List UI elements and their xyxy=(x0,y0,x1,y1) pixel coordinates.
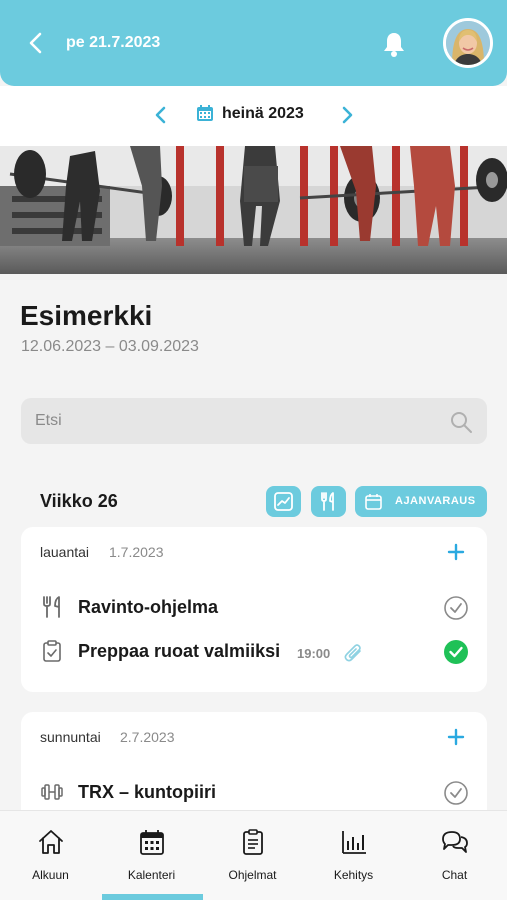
chat-icon xyxy=(442,831,468,853)
clipboard-list-icon xyxy=(243,829,263,855)
checkmark-done-icon[interactable] xyxy=(443,639,469,665)
home-icon xyxy=(39,830,63,854)
search-icon[interactable] xyxy=(449,410,473,434)
bell-icon[interactable] xyxy=(381,30,407,58)
day-name: lauantai xyxy=(40,544,90,560)
tab-label: Chat xyxy=(441,868,468,882)
calendar-icon xyxy=(197,105,213,121)
program-content: Esimerkki 12.06.2023 – 03.09.2023 Viikko… xyxy=(0,274,507,822)
bottom-tab-bar: Alkuun Kalenteri Ohjelmat Kehitys Chat xyxy=(0,810,507,900)
tab-programs[interactable]: Ohjelmat xyxy=(202,811,303,900)
checkmark-outline-icon[interactable] xyxy=(443,780,469,806)
add-icon[interactable] xyxy=(446,542,466,562)
active-tab-indicator xyxy=(102,894,203,900)
list-item[interactable]: Ravinto-ohjelma xyxy=(21,587,487,627)
booking-label: AJANVARAUS xyxy=(395,495,476,507)
clipboard-check-icon xyxy=(43,640,61,662)
item-time: 19:00 xyxy=(297,646,331,661)
app-header: pe 21.7.2023 xyxy=(0,0,507,86)
list-item[interactable]: Preppaa ruoat valmiiksi 19:00 xyxy=(21,631,487,671)
calendar-icon xyxy=(140,830,164,855)
search-input[interactable] xyxy=(21,398,441,444)
list-item[interactable]: TRX – kuntopiiri xyxy=(21,772,487,812)
day-card: sunnuntai 2.7.2023 TRX – kuntopiiri xyxy=(21,712,487,822)
checkmark-outline-icon[interactable] xyxy=(443,595,469,621)
add-icon[interactable] xyxy=(446,727,466,747)
booking-button[interactable]: AJANVARAUS xyxy=(355,486,487,517)
month-navigator: heinä 2023 xyxy=(0,86,507,146)
user-avatar[interactable] xyxy=(443,18,493,68)
search-bar xyxy=(21,398,487,444)
program-title: Esimerkki xyxy=(20,300,153,331)
tab-home[interactable]: Alkuun xyxy=(0,811,101,900)
next-month-icon[interactable] xyxy=(336,104,358,126)
line-chart-icon xyxy=(274,492,293,511)
week-label: Viikko 26 xyxy=(40,491,118,511)
day-date: 2.7.2023 xyxy=(120,729,175,745)
program-hero-image xyxy=(0,146,507,274)
item-title[interactable]: TRX – kuntopiiri xyxy=(78,782,216,803)
tab-chat[interactable]: Chat xyxy=(404,811,505,900)
day-name: sunnuntai xyxy=(40,729,101,745)
paperclip-icon[interactable] xyxy=(343,642,365,664)
day-date: 1.7.2023 xyxy=(109,544,164,560)
calendar-icon xyxy=(365,494,382,510)
tab-calendar[interactable]: Kalenteri xyxy=(101,811,202,900)
program-date-range: 12.06.2023 – 03.09.2023 xyxy=(21,338,199,355)
cutlery-icon xyxy=(43,596,60,618)
week-nutrition-button[interactable] xyxy=(311,486,346,517)
bar-chart-icon xyxy=(342,831,366,854)
tab-label: Ohjelmat xyxy=(228,868,277,882)
tab-label: Kalenteri xyxy=(127,868,176,882)
day-card: lauantai 1.7.2023 Ravinto-ohjelma Preppa… xyxy=(21,527,487,692)
item-title[interactable]: Ravinto-ohjelma xyxy=(78,597,218,618)
tab-label: Alkuun xyxy=(32,868,69,882)
back-arrow-icon[interactable] xyxy=(24,30,50,56)
cutlery-icon xyxy=(321,492,334,511)
month-label[interactable]: heinä 2023 xyxy=(222,105,304,123)
tab-label: Kehitys xyxy=(333,868,374,882)
previous-month-icon[interactable] xyxy=(150,104,172,126)
dumbbell-icon xyxy=(41,784,63,800)
item-title[interactable]: Preppaa ruoat valmiiksi xyxy=(78,641,280,662)
current-date: pe 21.7.2023 xyxy=(66,34,161,51)
week-progress-button[interactable] xyxy=(266,486,301,517)
tab-progress[interactable]: Kehitys xyxy=(303,811,404,900)
